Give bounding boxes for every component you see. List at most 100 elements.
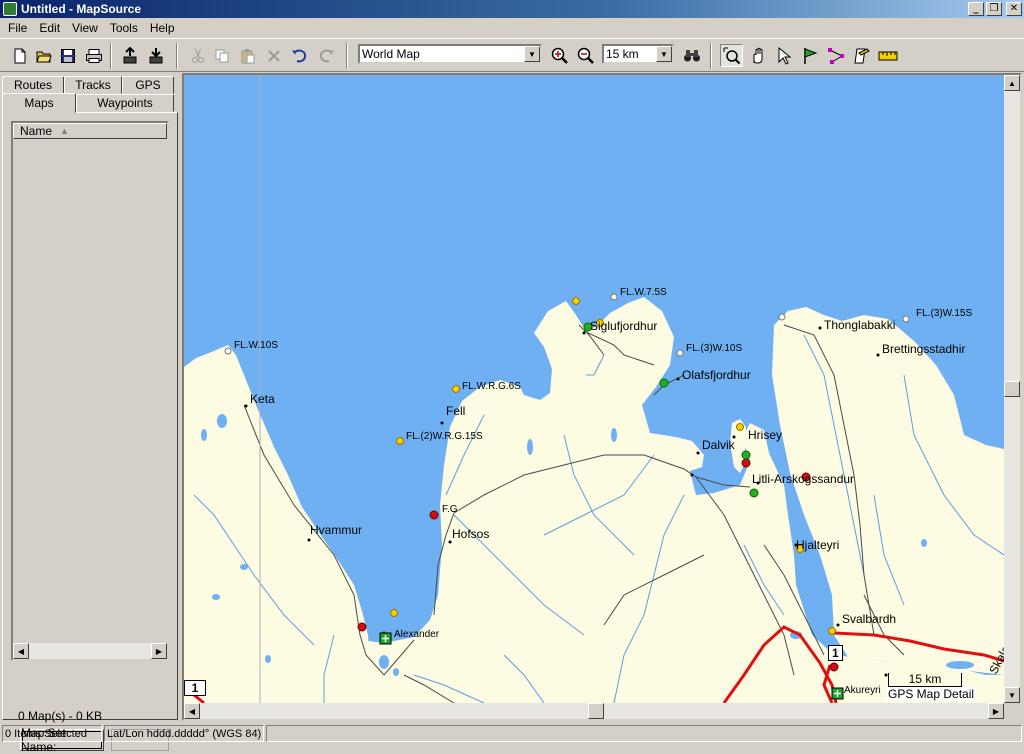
lake <box>265 655 271 663</box>
column-header-label: Name <box>20 124 53 138</box>
status-bar: 0 Items Selected Lat/Lon hddd.ddddd° (WG… <box>0 723 1024 744</box>
copy-icon[interactable] <box>210 44 233 67</box>
position-format-status: Lat/Lon hddd.ddddd° (WGS 84) <box>104 725 264 742</box>
zoom-out-icon[interactable] <box>574 44 597 67</box>
tab-waypoints[interactable]: Waypoints <box>76 94 174 112</box>
lake <box>611 428 617 442</box>
delete-x-icon[interactable] <box>262 44 285 67</box>
scroll-left-icon[interactable]: ◀ <box>13 643 29 659</box>
lake <box>379 655 389 669</box>
place-label-siglufjordhur: Siglufjordhur <box>590 319 657 333</box>
redo-icon[interactable] <box>314 44 337 67</box>
place-label-olafsfjordhur: Olafsfjordhur <box>682 368 751 382</box>
title-bar: Untitled - MapSource _ ❐ ✕ <box>0 0 1024 18</box>
map-canvas[interactable]: Keta Fell Hvammur Hofsos Alexander Siglu… <box>184 75 1004 703</box>
scroll-right-icon[interactable]: ▶ <box>988 703 1004 719</box>
zoom-tool-icon[interactable] <box>720 44 743 67</box>
place-label-hrisey: Hrisey <box>748 428 782 442</box>
toolbar-separator <box>710 43 712 69</box>
zoom-scale-value: 15 km <box>606 47 639 61</box>
lake <box>201 429 207 441</box>
horizontal-scroll-thumb[interactable] <box>588 703 604 719</box>
place-label-brettingsstadhir: Brettingsstadhir <box>882 342 965 356</box>
tab-tracks[interactable]: Tracks <box>64 76 122 94</box>
paste-icon[interactable] <box>236 44 259 67</box>
select-arrow-icon[interactable] <box>772 44 795 67</box>
place-label-hvammur: Hvammur <box>310 523 362 537</box>
lake <box>921 539 927 547</box>
save-disk-icon[interactable] <box>56 44 79 67</box>
maps-tab-panel: Name ▲ ◀ ▶ 0 Map(s) - 0 KB Map Set Name: <box>2 112 178 754</box>
print-icon[interactable] <box>82 44 105 67</box>
road-shield-1-west: 1 <box>184 680 206 696</box>
measure-ruler-icon[interactable] <box>876 44 899 67</box>
scroll-left-icon[interactable]: ◀ <box>184 703 200 719</box>
cut-scissors-icon[interactable] <box>186 44 209 67</box>
window-title: Untitled - MapSource <box>21 2 142 16</box>
light-label-fl-w-7-5s: FL.W.7.5S <box>620 287 667 298</box>
mapsource-app-icon <box>3 2 17 16</box>
map-horizontal-scrollbar[interactable]: ◀ ▶ <box>184 703 1004 719</box>
menu-edit[interactable]: Edit <box>33 21 66 35</box>
light-label-fl-2-w-r-g-15s: FL.(2)W.R.G.15S <box>406 431 483 442</box>
zoom-in-icon[interactable] <box>548 44 571 67</box>
track-pencil-icon[interactable] <box>850 44 873 67</box>
place-label-litli-arskogssandur: Litli-Arskogssandur <box>752 472 854 486</box>
tab-maps[interactable]: Maps <box>2 93 76 113</box>
place-label-svalbardh: Svalbardh <box>842 612 896 626</box>
place-label-fell: Fell <box>446 404 465 418</box>
receive-from-device-icon[interactable] <box>144 44 167 67</box>
find-binoculars-icon[interactable] <box>680 44 703 67</box>
toolbar-separator <box>176 43 178 69</box>
route-tool-icon[interactable] <box>824 44 847 67</box>
lake <box>527 439 533 455</box>
sort-ascending-icon: ▲ <box>60 126 69 136</box>
window-controls: _ ❐ ✕ <box>968 2 1022 16</box>
maps-list[interactable]: Name ▲ ◀ ▶ <box>11 121 169 661</box>
toolbar-separator <box>346 43 348 69</box>
scroll-down-icon[interactable]: ▼ <box>1004 687 1020 703</box>
menu-file[interactable]: File <box>2 21 33 35</box>
send-to-device-icon[interactable] <box>118 44 141 67</box>
menu-bar: File Edit View Tools Help <box>0 18 1024 38</box>
menu-help[interactable]: Help <box>144 21 181 35</box>
place-label-hjalteyri: Hjalteyri <box>796 538 839 552</box>
column-header-name[interactable]: Name ▲ <box>13 123 167 139</box>
light-label-fl-w-10s: FL.W.10S <box>234 340 278 351</box>
map-scale-bar: 15 km <box>888 673 962 687</box>
waypoint-flag-icon[interactable] <box>798 44 821 67</box>
scroll-right-icon[interactable]: ▶ <box>151 643 167 659</box>
scroll-up-icon[interactable]: ▲ <box>1004 75 1020 91</box>
dropdown-arrow-icon[interactable]: ▼ <box>524 46 540 62</box>
light-label-f-g: F.G <box>442 504 458 515</box>
map-product-value: World Map <box>362 47 420 61</box>
selection-status: 0 Items Selected <box>2 725 102 742</box>
place-label-alexander: Alexander <box>394 629 440 640</box>
tab-routes[interactable]: Routes <box>2 76 64 94</box>
maps-list-scrollbar[interactable]: ◀ ▶ <box>13 643 167 659</box>
dropdown-arrow-icon[interactable]: ▼ <box>656 46 672 62</box>
minimize-button[interactable]: _ <box>968 2 984 16</box>
restore-button[interactable]: ❐ <box>986 2 1002 16</box>
new-file-icon[interactable] <box>8 44 31 67</box>
light-label-fl-w-r-g-6s: FL.W.R.G.6S <box>462 381 521 392</box>
open-folder-icon[interactable] <box>32 44 55 67</box>
status-pane-empty <box>266 725 1022 742</box>
undo-icon[interactable] <box>288 44 311 67</box>
close-button[interactable]: ✕ <box>1006 2 1022 16</box>
zoom-scale-select[interactable]: 15 km ▼ <box>602 44 674 64</box>
map-vertical-scrollbar[interactable]: ▲ ▼ <box>1004 75 1020 703</box>
left-panel: Routes Tracks GPS Maps Waypoints Name ▲ … <box>2 74 178 754</box>
maps-summary: 0 Map(s) - 0 KB <box>18 709 103 723</box>
pan-hand-icon[interactable] <box>746 44 769 67</box>
lake <box>217 414 227 428</box>
map-view[interactable]: Keta Fell Hvammur Hofsos Alexander Siglu… <box>182 73 1022 721</box>
map-product-select[interactable]: World Map ▼ <box>358 44 542 64</box>
menu-tools[interactable]: Tools <box>104 21 144 35</box>
road-shield-1: 1 <box>828 645 843 661</box>
place-label-akureyri: Akureyri <box>844 685 881 696</box>
vertical-scroll-thumb[interactable] <box>1004 381 1020 397</box>
menu-view[interactable]: View <box>66 21 104 35</box>
tab-gps[interactable]: GPS <box>122 76 174 94</box>
toolbar-separator <box>110 43 112 69</box>
